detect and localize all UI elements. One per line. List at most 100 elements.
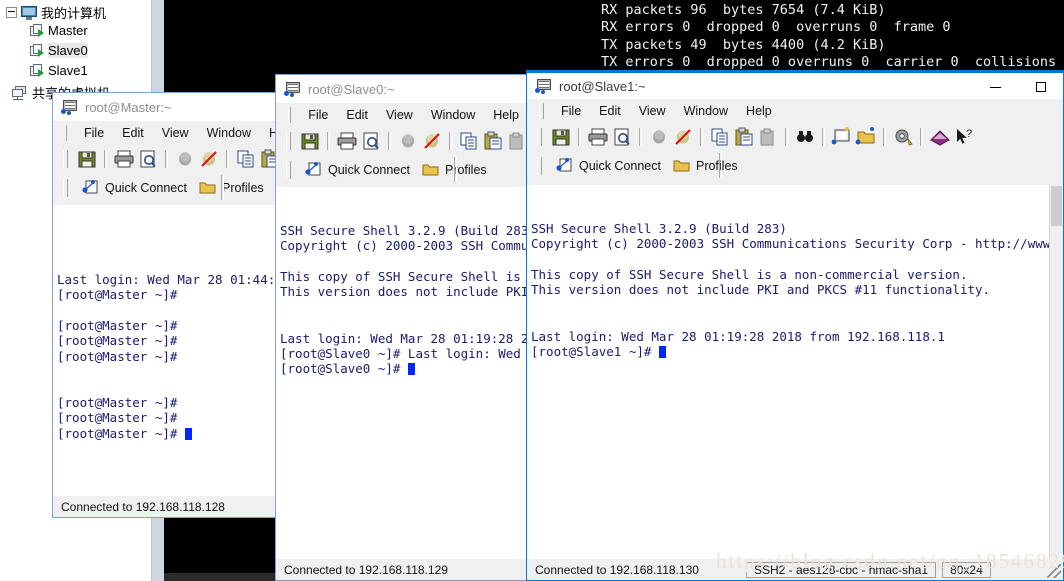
maximize-button[interactable] [1018,73,1063,101]
ifconfig-output: RX packets 96 bytes 7654 (7.4 KiB) RX er… [601,2,1057,70]
print-icon[interactable] [587,126,609,148]
connect-icon[interactable] [397,130,419,152]
menubar-slave1[interactable]: File Edit View Window Help [527,99,1063,123]
copy-icon[interactable] [709,126,731,148]
menu-window[interactable]: Window [675,102,737,120]
tree-item-master[interactable]: Master [30,23,88,38]
terminal-master[interactable]: Last login: Wed Mar 28 01:44:53 [root@Ma… [53,205,275,496]
quick-connect-button[interactable]: Quick Connect [299,159,416,180]
window-root-master[interactable]: root@Master:~ File Edit View Window Help [52,92,295,518]
menu-window[interactable]: Window [422,106,484,124]
toolbar-slave1[interactable]: ? [527,123,1063,151]
menu-view[interactable]: View [153,124,198,142]
menu-window[interactable]: Window [198,124,260,142]
menu-view[interactable]: View [630,102,675,120]
terminal-cursor [407,363,415,376]
menu-edit[interactable]: Edit [590,102,630,120]
toolbar-master[interactable] [53,145,275,173]
clear-icon[interactable] [506,130,528,152]
quick-connect-icon [305,162,321,176]
toolbar-separator [785,128,788,146]
menu-help[interactable]: Help [484,106,528,124]
terminal-slave0[interactable]: SSH Secure Shell 3.2.9 (Build 283) Copyr… [276,187,528,559]
paste-icon[interactable] [733,126,755,148]
window-controls[interactable] [973,73,1063,101]
quickbar-slave1[interactable]: Quick Connect Profiles [527,151,1063,180]
minimize-button[interactable] [973,73,1018,101]
quickbar-grip[interactable] [537,156,542,175]
expander-collapse-icon[interactable] [6,7,17,18]
titlebar-slave1[interactable]: root@Slave1:~ [527,71,1063,99]
folder-icon [422,164,439,176]
titlebar-master[interactable]: root@Master:~ [53,93,275,121]
menu-view[interactable]: View [377,106,422,124]
disconnect-icon[interactable] [198,148,220,170]
disconnect-icon[interactable] [672,126,694,148]
save-icon[interactable] [550,126,572,148]
profiles-button[interactable]: Profiles [193,178,270,197]
tree-item-slave0[interactable]: Slave0 [30,43,88,58]
print-preview-icon[interactable] [137,148,159,170]
connect-icon[interactable] [174,148,196,170]
quick-connect-button[interactable]: Quick Connect [76,177,193,198]
toolbar-separator [639,128,642,146]
paste-icon[interactable] [259,148,275,170]
print-preview-icon[interactable] [611,126,633,148]
menu-file[interactable]: File [75,124,113,142]
connect-icon[interactable] [648,126,670,148]
disconnect-icon[interactable] [421,130,443,152]
window-root-slave0[interactable]: root@Slave0:~ File Edit View Window Help [275,74,529,581]
copy-icon[interactable] [235,148,257,170]
clear-icon[interactable] [757,126,779,148]
context-help-icon[interactable]: ? [953,126,975,148]
vm-icon [30,23,44,38]
toolbar-grip[interactable] [286,132,291,150]
quick-connect-button[interactable]: Quick Connect [550,155,667,176]
menubar-grip[interactable] [65,125,67,141]
menu-edit[interactable]: Edit [113,124,153,142]
menubar-master[interactable]: File Edit View Window Help [53,121,295,145]
find-icon[interactable] [794,126,816,148]
quickbar-slave0[interactable]: Quick Connect Profiles [276,155,528,184]
save-icon[interactable] [299,130,321,152]
print-icon[interactable] [336,130,358,152]
new-terminal-icon[interactable] [831,126,853,148]
toolbar-grip[interactable] [63,150,68,168]
menubar-slave0[interactable]: File Edit View Window Help [276,103,528,127]
titlebar-slave0[interactable]: root@Slave0:~ [276,75,528,103]
toolbar-slave0[interactable] [276,127,528,155]
connection-status: Connected to 192.168.118.128 [61,499,225,514]
tree-item-my-computer[interactable]: 我的计算机 [6,3,106,22]
tree-item-slave1[interactable]: Slave1 [30,63,88,78]
terminal-cursor [184,427,192,440]
toolbar-separator [578,128,581,146]
quickbar-grip[interactable] [286,160,291,179]
toolbar-grip[interactable] [537,128,542,146]
terminal-scrollbar[interactable] [1049,185,1063,559]
print-icon[interactable] [113,148,135,170]
quickbar-master[interactable]: Quick Connect Profiles [53,173,275,202]
print-preview-icon[interactable] [360,130,382,152]
paste-icon[interactable] [482,130,504,152]
quick-connect-label: Quick Connect [328,162,410,177]
menubar-grip[interactable] [539,103,544,119]
menu-file[interactable]: File [552,102,590,120]
tree-item-label: 我的计算机 [41,6,107,21]
profiles-button[interactable]: Profiles [667,156,744,175]
window-root-slave1[interactable]: root@Slave1:~ File Edit View Window Help [526,70,1064,581]
resize-grip[interactable] [1047,564,1061,578]
quick-connect-icon [82,180,98,194]
terminal-slave1[interactable]: SSH Secure Shell 3.2.9 (Build 283) Copyr… [527,185,1063,559]
scrollbar-thumb [1051,186,1062,226]
menu-file[interactable]: File [299,106,337,124]
menu-help[interactable]: Help [737,102,781,120]
menu-edit[interactable]: Edit [337,106,377,124]
toolbar-separator [327,132,330,150]
quickbar-grip[interactable] [63,178,68,197]
save-icon[interactable] [76,148,98,170]
new-file-transfer-icon[interactable] [855,126,877,148]
settings-icon[interactable] [892,126,914,148]
help-book-icon[interactable] [929,126,951,148]
menubar-grip[interactable] [288,107,292,123]
copy-icon[interactable] [458,130,480,152]
